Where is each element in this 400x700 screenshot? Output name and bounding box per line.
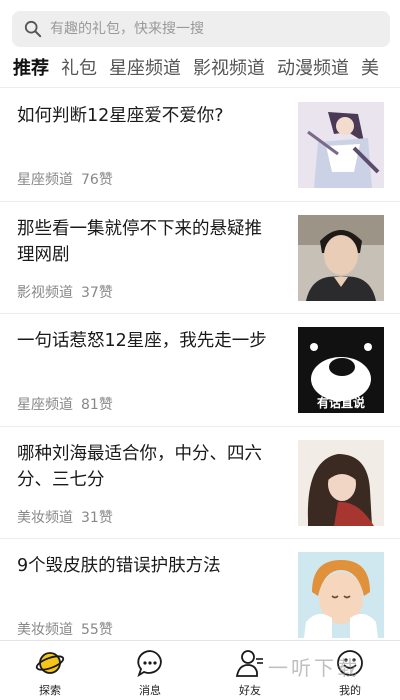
actor-portrait-image xyxy=(298,214,384,301)
list-item[interactable]: 哪种刘海最适合你，中分、四六分、三七分 美妆频道 31赞 xyxy=(0,427,400,539)
tab-label: 好友 xyxy=(239,684,261,697)
tab-constellation[interactable]: 星座频道 xyxy=(109,50,181,87)
channel-label: 星座频道 xyxy=(17,172,73,188)
tab-label: 消息 xyxy=(139,684,161,697)
friends-icon xyxy=(235,650,263,677)
category-tabs: 推荐 礼包 星座频道 影视频道 动漫频道 美 xyxy=(0,50,400,88)
tab-beauty[interactable]: 美 xyxy=(361,50,379,87)
bottom-tab-bar: 探索 消息 好友 我的 xyxy=(0,640,400,700)
tab-me[interactable]: 我的 xyxy=(300,641,400,700)
channel-label: 美妆频道 xyxy=(17,622,73,638)
channel-label: 星座频道 xyxy=(17,397,73,413)
article-meta: 影视频道 37赞 xyxy=(17,282,113,302)
likes-count: 31赞 xyxy=(81,509,113,526)
search-icon xyxy=(24,20,42,38)
tab-explore[interactable]: 探索 xyxy=(0,641,100,700)
likes-count: 37赞 xyxy=(81,284,113,301)
channel-label: 影视频道 xyxy=(17,284,73,301)
article-meta: 星座频道 81赞 xyxy=(17,394,113,414)
article-meta: 美妆频道 55赞 xyxy=(17,619,113,639)
tab-messages[interactable]: 消息 xyxy=(100,641,200,700)
smiley-face-icon xyxy=(337,650,363,676)
article-feed: 如何判断12星座爱不爱你? 星座频道 76赞 那些看一集就停不下来的悬疑推理网剧 … xyxy=(0,89,400,652)
tab-label: 我的 xyxy=(339,684,361,697)
article-meta: 美妆频道 31赞 xyxy=(17,507,113,527)
likes-count: 55赞 xyxy=(81,622,113,638)
list-item[interactable]: 如何判断12星座爱不爱你? 星座频道 76赞 xyxy=(0,89,400,202)
search-input[interactable] xyxy=(50,21,350,37)
article-title: 9个毁皮肤的错误护肤方法 xyxy=(17,556,221,576)
article-meta: 星座频道 76赞 xyxy=(17,169,113,189)
tab-anime[interactable]: 动漫频道 xyxy=(277,50,349,87)
list-item[interactable]: 一句话惹怒12星座，我先走一步 星座频道 81赞 有话直说 xyxy=(0,314,400,427)
message-bubble-icon xyxy=(137,650,162,678)
tab-friends[interactable]: 好友 xyxy=(200,641,300,700)
article-title: 哪种刘海最适合你，中分、四六分、三七分 xyxy=(17,443,262,490)
thumb-caption: 有话直说 xyxy=(317,395,365,410)
channel-label: 美妆频道 xyxy=(17,509,73,526)
tab-film-tv[interactable]: 影视频道 xyxy=(193,50,265,87)
planet-icon xyxy=(35,652,65,674)
anime-character-image xyxy=(298,102,384,188)
likes-count: 81赞 xyxy=(81,397,113,413)
search-bar[interactable] xyxy=(12,11,390,47)
article-title: 一句话惹怒12星座，我先走一步 xyxy=(17,331,267,351)
tab-gift-packs[interactable]: 礼包 xyxy=(61,50,97,87)
likes-count: 76赞 xyxy=(81,172,113,188)
skincare-illustration-image xyxy=(298,552,384,638)
article-title: 如何判断12星座爱不爱你? xyxy=(17,106,224,126)
tab-label: 探索 xyxy=(39,684,61,697)
bear-mascot-image: 有话直说 xyxy=(298,327,384,413)
tab-recommend[interactable]: 推荐 xyxy=(13,50,49,87)
list-item[interactable]: 9个毁皮肤的错误护肤方法 美妆频道 55赞 xyxy=(0,539,400,652)
list-item[interactable]: 那些看一集就停不下来的悬疑推理网剧 影视频道 37赞 xyxy=(0,202,400,314)
article-title: 那些看一集就停不下来的悬疑推理网剧 xyxy=(17,218,262,265)
woman-portrait-image xyxy=(298,439,384,526)
